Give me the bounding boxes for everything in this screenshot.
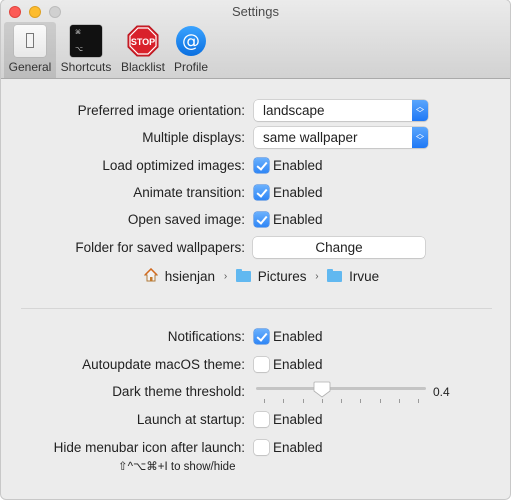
autoupdate-checkbox[interactable] (254, 357, 269, 372)
chevron-up-down-icon: ︿ ﹀ (412, 100, 428, 121)
displays-label: Multiple displays: (142, 130, 245, 145)
slider-tick (264, 399, 265, 403)
tab-label: Blacklist (120, 60, 165, 74)
folder-path: hsienjan › Pictures › Irvue (143, 267, 379, 288)
slider-thumb[interactable] (313, 381, 331, 398)
hide-menubar-checkbox[interactable] (254, 440, 269, 455)
launch-row: Launch at startup: Enabled (1, 409, 510, 431)
slider-tick (398, 399, 400, 403)
displays-row: Multiple displays: same wallpaper ︿ ﹀ (1, 127, 510, 149)
slider-tick (283, 399, 285, 403)
threshold-label: Dark theme threshold: (112, 384, 245, 399)
autoupdate-row: Autoupdate macOS theme: Enabled (1, 354, 510, 376)
svg-text:STOP: STOP (131, 37, 155, 47)
checkbox-label[interactable]: Enabled (273, 185, 323, 200)
orientation-select[interactable]: landscape ︿ ﹀ (254, 100, 428, 121)
orientation-row: Preferred image orientation: landscape ︿… (1, 100, 510, 122)
launch-checkbox[interactable] (254, 412, 269, 427)
threshold-slider[interactable] (256, 381, 426, 403)
toolbar: Settings General ⌘ ⌥ Shortcuts STOP Blac… (1, 0, 510, 79)
tab-general[interactable]: General (4, 22, 56, 78)
launch-label: Launch at startup: (136, 412, 245, 427)
tab-label: Shortcuts (60, 60, 112, 74)
tab-shortcuts[interactable]: ⌘ ⌥ Shortcuts (57, 22, 115, 78)
checkbox-label[interactable]: Enabled (273, 412, 323, 427)
animate-label: Animate transition: (133, 185, 245, 200)
path-separator: › (223, 271, 228, 282)
checkbox-label[interactable]: Enabled (273, 212, 323, 227)
slider-tick (321, 399, 323, 403)
path-separator: › (315, 271, 319, 282)
animate-row: Animate transition: Enabled (1, 182, 510, 204)
switch-icon (14, 25, 46, 57)
path-segment[interactable]: hsienjan (165, 269, 215, 284)
stop-sign-icon: STOP (127, 25, 159, 57)
pictures-folder-icon (235, 269, 251, 282)
shortcut-hint: ⇧^⌥⌘+I to show/hide (118, 461, 236, 473)
slider-tick (418, 399, 419, 403)
load-optimized-row: Load optimized images: Enabled (1, 155, 510, 177)
checkbox-label[interactable]: Enabled (273, 158, 323, 173)
home-icon (143, 267, 161, 285)
slider-tick (341, 399, 342, 403)
orientation-label: Preferred image orientation: (77, 103, 245, 118)
folder-row: Folder for saved wallpapers: Change (1, 237, 510, 259)
slider-tick (379, 399, 381, 403)
threshold-row: Dark theme threshold: 0.4 (1, 381, 510, 403)
displays-select[interactable]: same wallpaper ︿ ﹀ (254, 127, 428, 148)
open-saved-row: Open saved image: Enabled (1, 209, 510, 231)
notifications-row: Notifications: Enabled (1, 326, 510, 348)
tab-blacklist[interactable]: STOP Blacklist (118, 22, 168, 78)
at-sign-icon: @ (175, 25, 207, 57)
path-segment[interactable]: Pictures (258, 269, 307, 284)
tab-label: Profile (173, 60, 208, 74)
hide-menubar-label: Hide menubar icon after launch: (53, 440, 245, 455)
hide-menubar-row: Hide menubar icon after launch: Enabled (1, 437, 510, 459)
svg-text:@: @ (182, 31, 200, 52)
checkbox-label[interactable]: Enabled (273, 329, 323, 344)
load-optimized-label: Load optimized images: (102, 158, 245, 173)
tab-profile[interactable]: @ Profile (171, 22, 211, 78)
folder-label: Folder for saved wallpapers: (75, 240, 245, 255)
load-optimized-checkbox[interactable] (254, 158, 269, 173)
open-saved-label: Open saved image: (127, 212, 245, 227)
threshold-value: 0.4 (433, 385, 450, 399)
chevron-up-down-icon: ︿ ﹀ (412, 127, 428, 148)
change-folder-button[interactable]: Change (253, 237, 425, 258)
folder-icon (327, 269, 343, 282)
notifications-checkbox[interactable] (254, 329, 269, 344)
animate-checkbox[interactable] (254, 185, 269, 200)
slider-track[interactable] (256, 387, 426, 390)
window-title: Settings (232, 4, 279, 19)
slider-tick (360, 399, 362, 403)
checkbox-label[interactable]: Enabled (273, 357, 323, 372)
settings-window: Settings General ⌘ ⌥ Shortcuts STOP Blac… (1, 0, 510, 499)
tab-label: General (8, 60, 52, 74)
notifications-label: Notifications: (167, 329, 245, 344)
checkbox-label[interactable]: Enabled (273, 440, 323, 455)
section-divider (21, 308, 492, 309)
keyboard-key-icon: ⌘ ⌥ (70, 25, 102, 57)
open-saved-checkbox[interactable] (254, 212, 269, 227)
autoupdate-label: Autoupdate macOS theme: (82, 357, 245, 372)
slider-tick (302, 399, 304, 403)
path-segment[interactable]: Irvue (349, 269, 379, 284)
